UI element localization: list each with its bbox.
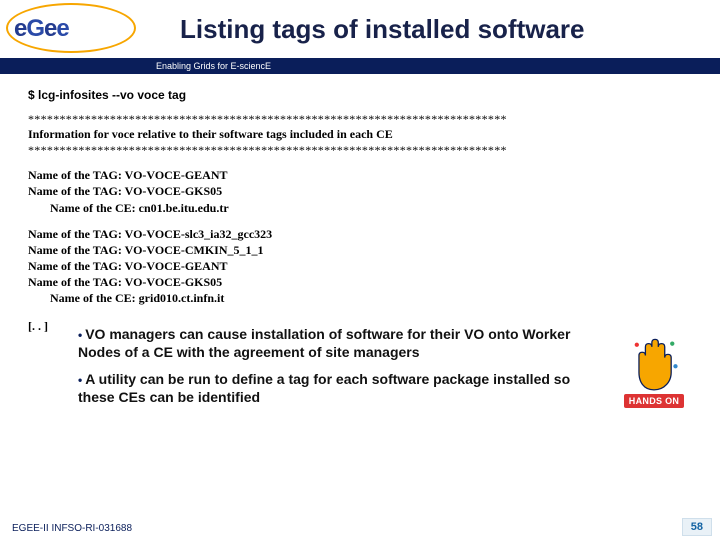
tag-line: Name of the TAG: VO-VOCE-CMKIN_5_1_1 xyxy=(28,242,698,258)
title-area: Listing tags of installed software xyxy=(160,0,720,58)
tagline-bar: Enabling Grids for E-sciencE xyxy=(0,58,720,74)
egee-logo: eGee xyxy=(0,0,160,58)
command-line: $ lcg-infosites --vo voce tag xyxy=(28,88,698,102)
bullet-item: •A utility can be run to define a tag fo… xyxy=(78,371,606,407)
bullet-item: •VO managers can cause installation of s… xyxy=(78,326,606,362)
bullets-row: •VO managers can cause installation of s… xyxy=(28,326,698,418)
tag-line: Name of the TAG: VO-VOCE-GEANT xyxy=(28,258,698,274)
info-heading: Information for voce relative to their s… xyxy=(28,127,698,141)
tagline: Enabling Grids for E-sciencE xyxy=(156,61,271,71)
bullet-list: •VO managers can cause installation of s… xyxy=(28,326,614,418)
output-block-2: Name of the TAG: VO-VOCE-slc3_ia32_gcc32… xyxy=(28,226,698,307)
tag-line: Name of the TAG: VO-VOCE-GKS05 xyxy=(28,274,698,290)
page-number: 58 xyxy=(682,518,712,536)
hands-on-badge: HANDS ON xyxy=(614,326,694,418)
bullet-dot: • xyxy=(78,328,82,342)
separator-bottom: ****************************************… xyxy=(28,143,698,157)
logo-text: eGee xyxy=(10,15,69,43)
ce-line: Name of the CE: grid010.ct.infn.it xyxy=(28,290,698,306)
ce-line: Name of the CE: cn01.be.itu.edu.tr xyxy=(28,200,698,216)
separator-top: ****************************************… xyxy=(28,112,698,126)
tag-line: Name of the TAG: VO-VOCE-GKS05 xyxy=(28,183,698,199)
page-title: Listing tags of installed software xyxy=(180,14,585,45)
bullet-dot: • xyxy=(78,373,82,387)
hand-icon xyxy=(627,334,681,392)
footer-ref: EGEE-II INFSO-RI-031688 xyxy=(12,523,132,534)
header-bar: eGee Listing tags of installed software xyxy=(0,0,720,58)
tag-line: Name of the TAG: VO-VOCE-GEANT xyxy=(28,167,698,183)
hands-on-label: HANDS ON xyxy=(624,394,684,408)
tag-line: Name of the TAG: VO-VOCE-slc3_ia32_gcc32… xyxy=(28,226,698,242)
slide-content: $ lcg-infosites --vo voce tag **********… xyxy=(0,74,720,417)
output-block-1: Name of the TAG: VO-VOCE-GEANT Name of t… xyxy=(28,167,698,216)
